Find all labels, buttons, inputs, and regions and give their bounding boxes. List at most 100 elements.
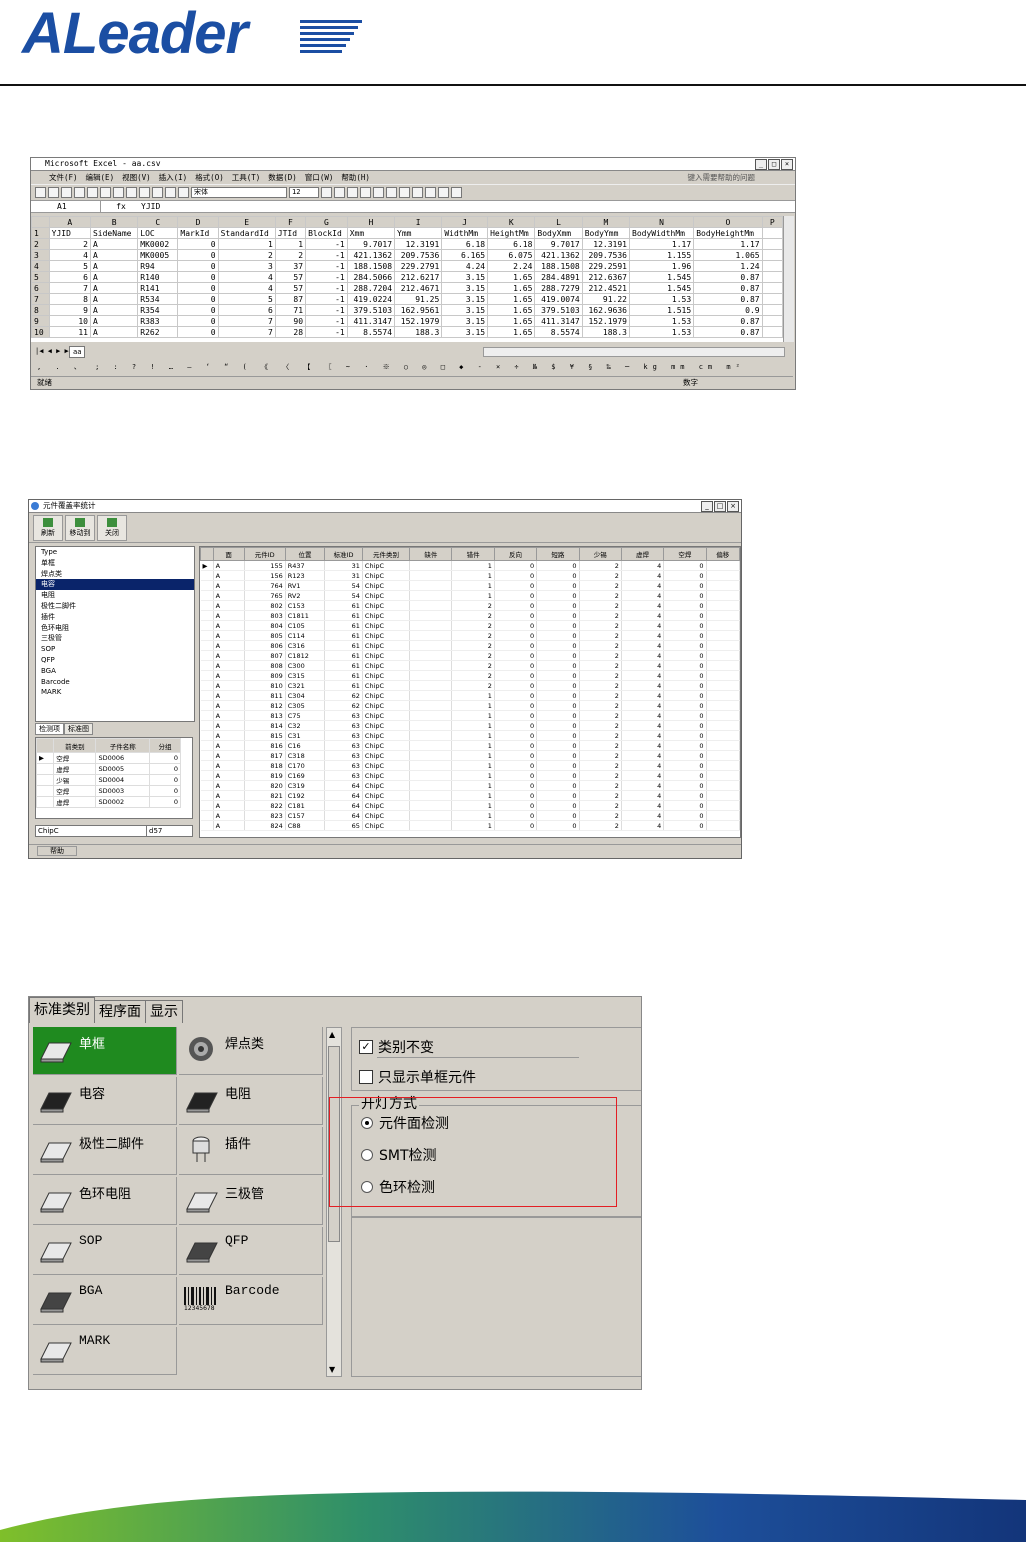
cell[interactable]: 288.7204	[346, 282, 396, 294]
table-row[interactable]: A 807 C1812 61 ChipC 2 0 0 2 4 0	[200, 650, 740, 661]
column-header[interactable]: I	[394, 216, 443, 228]
open-icon[interactable]	[48, 187, 59, 198]
type-list-item[interactable]: 单框	[36, 558, 194, 569]
cell[interactable]: 188.1508	[346, 260, 396, 272]
table-row[interactable]: 少锡 SD0004 0	[36, 774, 182, 786]
category-cell[interactable]: 电阻	[179, 1077, 323, 1125]
cell[interactable]: A	[89, 271, 139, 283]
sheet-tab[interactable]: aa	[69, 346, 86, 358]
column-header[interactable]: B	[89, 216, 139, 228]
cell[interactable]: 3.15	[441, 271, 489, 283]
cell[interactable]: 1.155	[628, 249, 695, 261]
sum-icon[interactable]	[152, 187, 163, 198]
menu-item[interactable]: 文件(F)	[49, 171, 78, 184]
cell[interactable]: A	[89, 260, 139, 272]
cell[interactable]: 421.1362	[346, 249, 396, 261]
table-row[interactable]: A 810 C321 61 ChipC 2 0 0 2 4 0	[200, 680, 740, 691]
row-header[interactable]: 9	[31, 315, 50, 327]
cell[interactable]	[761, 315, 783, 327]
cell[interactable]: 37	[274, 260, 307, 272]
check-items-table[interactable]: 前类别 子件名称 分组 ▶ 空焊 SD0006 0 虚焊 SD0005 0 少锡 SD0004 0 空焊 S…	[35, 737, 193, 819]
border-icon[interactable]	[425, 187, 436, 198]
cell[interactable]: LOC	[137, 227, 179, 239]
fx-icon[interactable]: fx	[101, 201, 141, 212]
cell[interactable]: 4	[217, 271, 276, 283]
cell[interactable]: R262	[137, 326, 179, 338]
tab-standard-image[interactable]: 标准图	[64, 723, 93, 735]
cell[interactable]: 57	[274, 271, 307, 283]
font-size-select[interactable]: 12	[289, 187, 319, 198]
cell[interactable]: 212.6217	[394, 271, 443, 283]
cell[interactable]: 11	[48, 326, 91, 338]
cell[interactable]: 188.3	[394, 326, 443, 338]
cell[interactable]	[761, 238, 783, 250]
menu-item[interactable]: 帮助(H)	[341, 171, 370, 184]
cell[interactable]: 7	[48, 282, 91, 294]
type-list-item[interactable]: 三极管	[36, 633, 194, 644]
cell[interactable]: 0.87	[693, 293, 763, 305]
column-header[interactable]: C	[137, 216, 179, 228]
cell[interactable]: 4	[217, 282, 276, 294]
cell[interactable]: 152.1979	[394, 315, 443, 327]
cell[interactable]: 2	[217, 249, 276, 261]
close-icon[interactable]: ×	[727, 501, 739, 512]
column-header[interactable]: K	[487, 216, 536, 228]
cell[interactable]: -1	[305, 326, 348, 338]
percent-icon[interactable]	[412, 187, 423, 198]
vertical-scrollbar[interactable]	[783, 216, 794, 342]
menu-item[interactable]: 视图(V)	[122, 171, 151, 184]
type-list-item[interactable]: 焊点类	[36, 569, 194, 580]
cell[interactable]: 1.545	[628, 271, 695, 283]
column-header[interactable]: 面	[212, 547, 245, 561]
cell[interactable]: 91.22	[581, 293, 631, 305]
cell[interactable]: 0	[177, 238, 219, 250]
cell[interactable]: R354	[137, 304, 179, 316]
column-header[interactable]: P	[761, 216, 783, 228]
cell[interactable]: 1.53	[628, 315, 695, 327]
cell[interactable]: HeightMm	[487, 227, 536, 239]
cell[interactable]: 1.65	[487, 315, 536, 327]
table-row[interactable]: A 820 C319 64 ChipC 1 0 0 2 4 0	[200, 780, 740, 791]
cell[interactable]: A	[89, 249, 139, 261]
type-list-item[interactable]: Type	[36, 547, 194, 558]
cell[interactable]	[761, 304, 783, 316]
cell[interactable]: R383	[137, 315, 179, 327]
cell[interactable]: 6.18	[441, 238, 489, 250]
cell[interactable]: 4.24	[441, 260, 489, 272]
cell[interactable]: 212.4521	[581, 282, 631, 294]
table-row[interactable]: A 805 C114 61 ChipC 2 0 0 2 4 0	[200, 630, 740, 641]
cell[interactable]: 229.2791	[394, 260, 443, 272]
horizontal-scrollbar[interactable]	[483, 347, 785, 357]
cell[interactable]: 0	[177, 293, 219, 305]
refresh-button[interactable]: 刷新	[33, 515, 63, 541]
row-header[interactable]: 6	[31, 282, 50, 294]
cell[interactable]: 0.87	[693, 326, 763, 338]
column-header[interactable]: L	[534, 216, 583, 228]
cell[interactable]: 1.545	[628, 282, 695, 294]
cell[interactable]: -1	[305, 315, 348, 327]
merge-icon[interactable]	[399, 187, 410, 198]
cell[interactable]: A	[89, 238, 139, 250]
cell[interactable]: 57	[274, 282, 307, 294]
column-header[interactable]: F	[274, 216, 307, 228]
column-header[interactable]	[200, 547, 214, 561]
type-list-item[interactable]: SOP	[36, 644, 194, 655]
type-list-item[interactable]: 电阻	[36, 590, 194, 601]
category-cell[interactable]: 色环电阻	[33, 1177, 177, 1225]
cell[interactable]: 0	[177, 304, 219, 316]
category-cell[interactable]: 电容	[33, 1077, 177, 1125]
cell[interactable]: 10	[48, 315, 91, 327]
cell[interactable]: MK0002	[137, 238, 179, 250]
cell[interactable]: -1	[305, 260, 348, 272]
cell[interactable]: 1.65	[487, 326, 536, 338]
column-header[interactable]: N	[628, 216, 695, 228]
align-center-icon[interactable]	[373, 187, 384, 198]
column-header[interactable]: 前类别	[53, 738, 97, 753]
save-icon[interactable]	[61, 187, 72, 198]
cell[interactable]: 1.17	[628, 238, 695, 250]
close-button[interactable]: 关闭	[97, 515, 127, 541]
cell[interactable]: 1.24	[693, 260, 763, 272]
cell[interactable]: 0	[177, 326, 219, 338]
cell[interactable]: 1.65	[487, 282, 536, 294]
cell[interactable]: SideName	[89, 227, 139, 239]
